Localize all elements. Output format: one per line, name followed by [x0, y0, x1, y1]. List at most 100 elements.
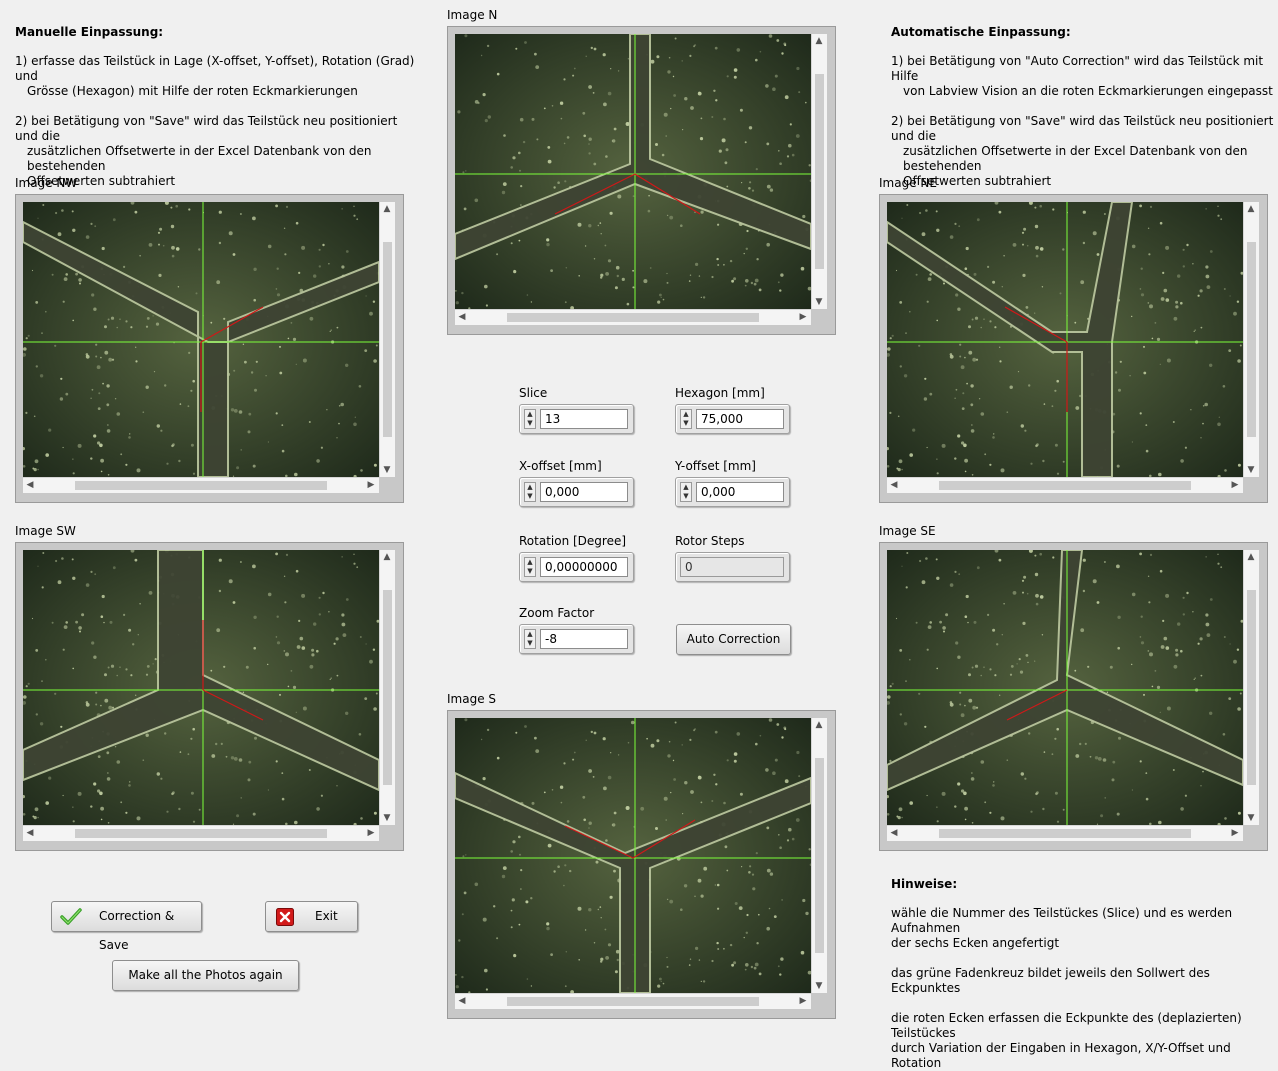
slice-label: Slice [519, 386, 548, 400]
zoom-factor-label: Zoom Factor [519, 606, 595, 620]
hexagon-input[interactable] [696, 409, 784, 429]
horizontal-scrollbar[interactable]: ◀ ▶ [455, 993, 811, 1009]
xoffset-spinner[interactable]: ▲ ▼ [524, 482, 536, 502]
image-s-label: Image S [447, 692, 497, 706]
vertical-scrollbar[interactable]: ▲ ▼ [1243, 202, 1259, 477]
scroll-thumb[interactable] [1247, 242, 1256, 437]
scroll-right-icon[interactable]: ▶ [1229, 479, 1241, 491]
slice-spinner[interactable]: ▲ ▼ [524, 409, 536, 429]
scroll-up-icon[interactable]: ▲ [1245, 203, 1257, 215]
xoffset-label: X-offset [mm] [519, 459, 602, 473]
image-nw-display[interactable]: ▲ ▼ ◀ ▶ [15, 194, 404, 503]
scroll-thumb[interactable] [815, 74, 824, 269]
vertical-scrollbar[interactable]: ▲ ▼ [811, 718, 827, 993]
image-ne-display[interactable]: ▲ ▼ ◀ ▶ [879, 194, 1268, 503]
scroll-thumb[interactable] [939, 829, 1191, 838]
scroll-thumb[interactable] [939, 481, 1191, 490]
vertical-scrollbar[interactable]: ▲ ▼ [379, 550, 395, 825]
rotor-steps-value: 0 [680, 557, 784, 577]
zoom-factor-spinner[interactable]: ▲ ▼ [524, 629, 536, 649]
scroll-up-icon[interactable]: ▲ [381, 203, 393, 215]
horizontal-scrollbar[interactable]: ◀ ▶ [455, 309, 811, 325]
scroll-left-icon[interactable]: ◀ [24, 479, 36, 491]
scroll-down-icon[interactable]: ▼ [381, 464, 393, 476]
scroll-thumb[interactable] [1247, 590, 1256, 785]
scroll-right-icon[interactable]: ▶ [1229, 827, 1241, 839]
scroll-down-icon[interactable]: ▼ [1245, 812, 1257, 824]
red-x-icon [276, 908, 294, 937]
scroll-left-icon[interactable]: ◀ [456, 995, 468, 1007]
microscope-image [23, 202, 379, 477]
auto-step2-line1: 2) bei Betätigung von "Save" wird das Te… [891, 114, 1274, 143]
hexagon-spinner[interactable]: ▲ ▼ [680, 409, 692, 429]
scroll-left-icon[interactable]: ◀ [24, 827, 36, 839]
scroll-thumb[interactable] [815, 758, 824, 953]
manual-step1-line1: 1) erfasse das Teilstück in Lage (X-offs… [15, 54, 415, 83]
scroll-down-icon[interactable]: ▼ [813, 296, 825, 308]
zoom-factor-control: ▲ ▼ [519, 624, 634, 654]
scroll-right-icon[interactable]: ▶ [797, 311, 809, 323]
check-icon [60, 908, 82, 937]
zoom-factor-input[interactable] [540, 629, 628, 649]
microscope-image [23, 550, 379, 825]
image-sw-display[interactable]: ▲ ▼ ◀ ▶ [15, 542, 404, 851]
slice-control: ▲ ▼ [519, 404, 634, 434]
scroll-thumb[interactable] [75, 481, 327, 490]
auto-correction-button[interactable]: Auto Correction [676, 624, 791, 655]
horizontal-scrollbar[interactable]: ◀ ▶ [23, 477, 379, 493]
vertical-scrollbar[interactable]: ▲ ▼ [811, 34, 827, 309]
scroll-down-icon[interactable]: ▼ [813, 980, 825, 992]
scroll-left-icon[interactable]: ◀ [456, 311, 468, 323]
manual-step2-line1: 2) bei Betätigung von "Save" wird das Te… [15, 114, 398, 143]
slice-input[interactable] [540, 409, 628, 429]
scroll-up-icon[interactable]: ▲ [381, 551, 393, 563]
microscope-image [887, 202, 1243, 477]
scroll-thumb[interactable] [507, 997, 759, 1006]
hints-panel: Hinweise: wähle die Nummer des Teilstück… [891, 877, 1271, 1071]
image-n-label: Image N [447, 8, 498, 22]
horizontal-scrollbar[interactable]: ◀ ▶ [887, 825, 1243, 841]
scroll-left-icon[interactable]: ◀ [888, 827, 900, 839]
auto-step1-line2: von Labview Vision an die roten Eckmarki… [903, 84, 1273, 98]
hexagon-control: ▲ ▼ [675, 404, 790, 434]
yoffset-spinner[interactable]: ▲ ▼ [680, 482, 692, 502]
exit-button[interactable]: Exit [265, 901, 358, 932]
image-se-display[interactable]: ▲ ▼ ◀ ▶ [879, 542, 1268, 851]
horizontal-scrollbar[interactable]: ◀ ▶ [23, 825, 379, 841]
microscope-image [887, 550, 1243, 825]
image-nw-label: Image NW [15, 176, 78, 190]
image-n-display[interactable]: ▲ ▼ ◀ ▶ [447, 26, 836, 335]
scroll-up-icon[interactable]: ▲ [813, 719, 825, 731]
scroll-up-icon[interactable]: ▲ [813, 35, 825, 47]
microscope-image [455, 718, 811, 993]
make-photos-button[interactable]: Make all the Photos again [112, 960, 299, 991]
yoffset-label: Y-offset [mm] [675, 459, 756, 473]
scroll-thumb[interactable] [507, 313, 759, 322]
yoffset-input[interactable] [696, 482, 784, 502]
vertical-scrollbar[interactable]: ▲ ▼ [1243, 550, 1259, 825]
scroll-down-icon[interactable]: ▼ [381, 812, 393, 824]
rotation-input[interactable] [540, 557, 628, 577]
scroll-right-icon[interactable]: ▶ [365, 827, 377, 839]
scroll-up-icon[interactable]: ▲ [1245, 551, 1257, 563]
scroll-thumb[interactable] [383, 242, 392, 437]
vertical-scrollbar[interactable]: ▲ ▼ [379, 202, 395, 477]
horizontal-scrollbar[interactable]: ◀ ▶ [887, 477, 1243, 493]
exit-label: Exit [315, 909, 338, 923]
scroll-right-icon[interactable]: ▶ [797, 995, 809, 1007]
scroll-thumb[interactable] [383, 590, 392, 785]
scroll-left-icon[interactable]: ◀ [888, 479, 900, 491]
rotation-spinner[interactable]: ▲ ▼ [524, 557, 536, 577]
scroll-thumb[interactable] [75, 829, 327, 838]
microscope-image [455, 34, 811, 309]
correction-save-label: Correction & Save [99, 909, 175, 952]
rotor-steps-label: Rotor Steps [675, 534, 745, 548]
rotation-control: ▲ ▼ [519, 552, 634, 582]
image-s-display[interactable]: ▲ ▼ ◀ ▶ [447, 710, 836, 1019]
scroll-right-icon[interactable]: ▶ [365, 479, 377, 491]
xoffset-input[interactable] [540, 482, 628, 502]
hints-title: Hinweise: [891, 877, 958, 891]
scroll-down-icon[interactable]: ▼ [1245, 464, 1257, 476]
correction-save-button[interactable]: Correction & Save [51, 901, 202, 952]
hints-line3: das grüne Fadenkreuz bildet jeweils den … [891, 966, 1210, 995]
